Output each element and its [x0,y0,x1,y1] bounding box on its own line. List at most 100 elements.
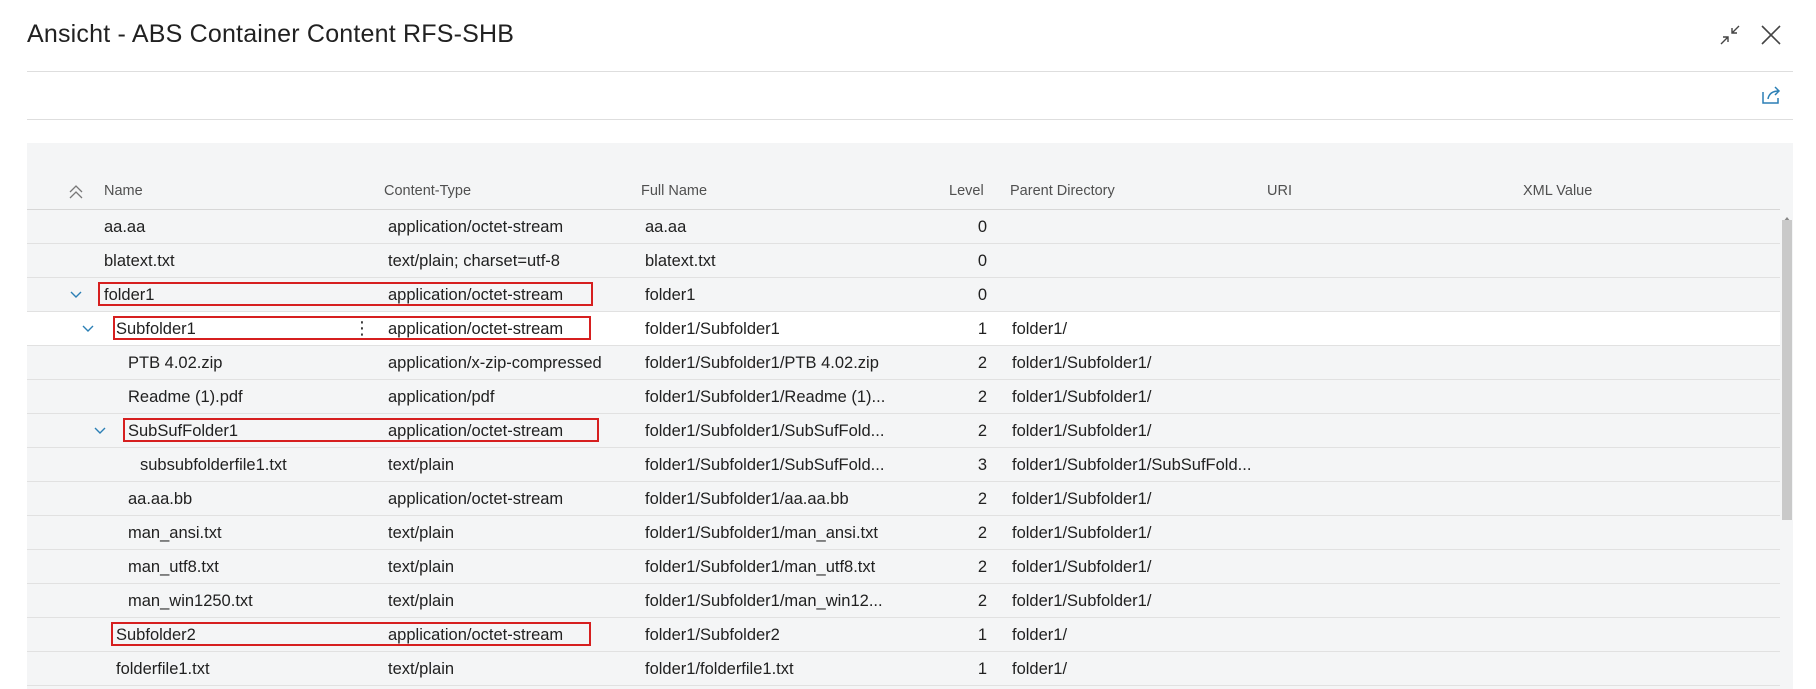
table-row[interactable]: blatext.txt text/plain; charset=utf-8 bl… [27,244,1780,278]
cell-content-type: application/pdf [388,388,495,406]
cell-parent-directory: folder1/ [1012,320,1068,338]
cell-name: folder1 [104,286,155,304]
column-header-name[interactable]: Name [104,183,143,199]
table-row[interactable]: folderfile1.txt text/plain folder1/folde… [27,652,1780,686]
vertical-scrollbar[interactable] [1780,210,1793,689]
cell-level: 2 [977,592,987,610]
cell-full-name: folder1/Subfolder1/SubSufFold... [645,456,885,474]
row-actions-icon[interactable]: ⋮ [353,318,371,338]
cell-full-name: folder1/Subfolder2 [645,626,780,644]
cell-name: aa.aa.bb [128,490,193,508]
column-header-content-type[interactable]: Content-Type [384,183,471,199]
cell-full-name: folder1/Subfolder1/Readme (1)... [645,388,886,406]
cell-name: Subfolder2 [116,626,196,644]
cell-level: 2 [977,524,987,542]
table-row[interactable]: SubSufFolder1 application/octet-stream f… [27,414,1780,448]
cell-level: 1 [977,660,987,678]
cell-level: 2 [977,558,987,576]
cell-parent-directory: folder1/Subfolder1/ [1012,388,1152,406]
table-row-selected[interactable]: Subfolder1 ⋮ application/octet-stream fo… [27,312,1780,346]
toolbar-divider [27,119,1793,120]
table-row[interactable]: man_ansi.txt text/plain folder1/Subfolde… [27,516,1780,550]
cell-parent-directory: folder1/Subfolder1/SubSufFold... [1012,456,1252,474]
cell-content-type: text/plain [388,558,455,576]
cell-name: blatext.txt [104,252,175,270]
cell-level: 2 [977,388,987,406]
table-row[interactable]: aa.aa application/octet-stream aa.aa 0 [27,210,1780,244]
cell-level: 1 [977,626,987,644]
sort-icon[interactable] [67,183,85,201]
cell-parent-directory: folder1/Subfolder1/ [1012,524,1152,542]
cell-name: Readme (1).pdf [128,388,243,406]
table-row[interactable]: Subfolder2 application/octet-stream fold… [27,618,1780,652]
cell-name: man_win1250.txt [128,592,253,610]
cell-name: Subfolder1 [116,320,196,338]
column-header-level[interactable]: Level [949,183,984,199]
cell-parent-directory: folder1/Subfolder1/ [1012,490,1152,508]
cell-full-name: folder1/Subfolder1/SubSufFold... [645,422,885,440]
cell-name: PTB 4.02.zip [128,354,223,372]
cell-parent-directory: folder1/Subfolder1/ [1012,354,1152,372]
collapse-icon[interactable] [1717,22,1743,48]
column-header-parent-directory[interactable]: Parent Directory [1010,183,1115,199]
table-row[interactable]: aa.aa.bb application/octet-stream folder… [27,482,1780,516]
cell-full-name: folder1/Subfolder1 [645,320,780,338]
close-icon[interactable] [1758,22,1784,48]
cell-parent-directory: folder1/Subfolder1/ [1012,592,1152,610]
cell-parent-directory: folder1/ [1012,626,1068,644]
table-row[interactable]: subsubfolderfile1.txt text/plain folder1… [27,448,1780,482]
cell-content-type: application/octet-stream [388,490,564,508]
cell-level: 0 [977,218,987,236]
table-row[interactable]: man_utf8.txt text/plain folder1/Subfolde… [27,550,1780,584]
cell-content-type: text/plain [388,660,455,678]
cell-level: 2 [977,490,987,508]
cell-name: man_utf8.txt [128,558,219,576]
cell-name: aa.aa [104,218,146,236]
scrollbar-thumb[interactable] [1782,220,1792,520]
cell-level: 2 [977,422,987,440]
cell-parent-directory: folder1/Subfolder1/ [1012,422,1152,440]
cell-content-type: application/octet-stream [388,626,564,644]
table-row[interactable]: PTB 4.02.zip application/x-zip-compresse… [27,346,1780,380]
cell-content-type: application/octet-stream [388,286,564,304]
cell-content-type: text/plain; charset=utf-8 [388,252,560,270]
page-title: Ansicht - ABS Container Content RFS-SHB [27,20,515,48]
cell-full-name: aa.aa [645,218,687,236]
table-row[interactable]: folder1 application/octet-stream folder1… [27,278,1780,312]
chevron-down-icon[interactable] [81,322,95,336]
header-divider [27,71,1793,72]
cell-content-type: application/x-zip-compressed [388,354,602,372]
cell-name: subsubfolderfile1.txt [140,456,287,474]
cell-content-type: text/plain [388,456,455,474]
cell-full-name: folder1/folderfile1.txt [645,660,794,678]
column-header-uri[interactable]: URI [1267,183,1292,199]
cell-parent-directory: folder1/ [1012,660,1068,678]
cell-full-name: folder1/Subfolder1/man_utf8.txt [645,558,876,576]
cell-parent-directory: folder1/Subfolder1/ [1012,558,1152,576]
cell-content-type: application/octet-stream [388,218,564,236]
cell-full-name: folder1/Subfolder1/PTB 4.02.zip [645,354,879,372]
content-grid: Name Content-Type Full Name Level Parent… [27,143,1793,689]
cell-full-name: blatext.txt [645,252,716,270]
cell-content-type: text/plain [388,592,455,610]
chevron-down-icon[interactable] [69,288,83,302]
table-body: aa.aa application/octet-stream aa.aa 0 b… [27,210,1780,686]
cell-level: 0 [977,252,987,270]
scroll-up-icon[interactable] [1783,210,1791,222]
cell-level: 2 [977,354,987,372]
table-row[interactable]: man_win1250.txt text/plain folder1/Subfo… [27,584,1780,618]
cell-name: man_ansi.txt [128,524,222,542]
cell-content-type: text/plain [388,524,455,542]
share-icon[interactable] [1760,84,1782,106]
column-header-xml-value[interactable]: XML Value [1523,183,1592,199]
column-header-full-name[interactable]: Full Name [641,183,707,199]
cell-name: SubSufFolder1 [128,422,239,440]
table-row[interactable]: Readme (1).pdf application/pdf folder1/S… [27,380,1780,414]
cell-level: 0 [977,286,987,304]
cell-level: 1 [977,320,987,338]
cell-content-type: application/octet-stream [388,320,564,338]
cell-full-name: folder1/Subfolder1/aa.aa.bb [645,490,849,508]
cell-level: 3 [977,456,987,474]
chevron-down-icon[interactable] [93,424,107,438]
cell-full-name: folder1 [645,286,696,304]
